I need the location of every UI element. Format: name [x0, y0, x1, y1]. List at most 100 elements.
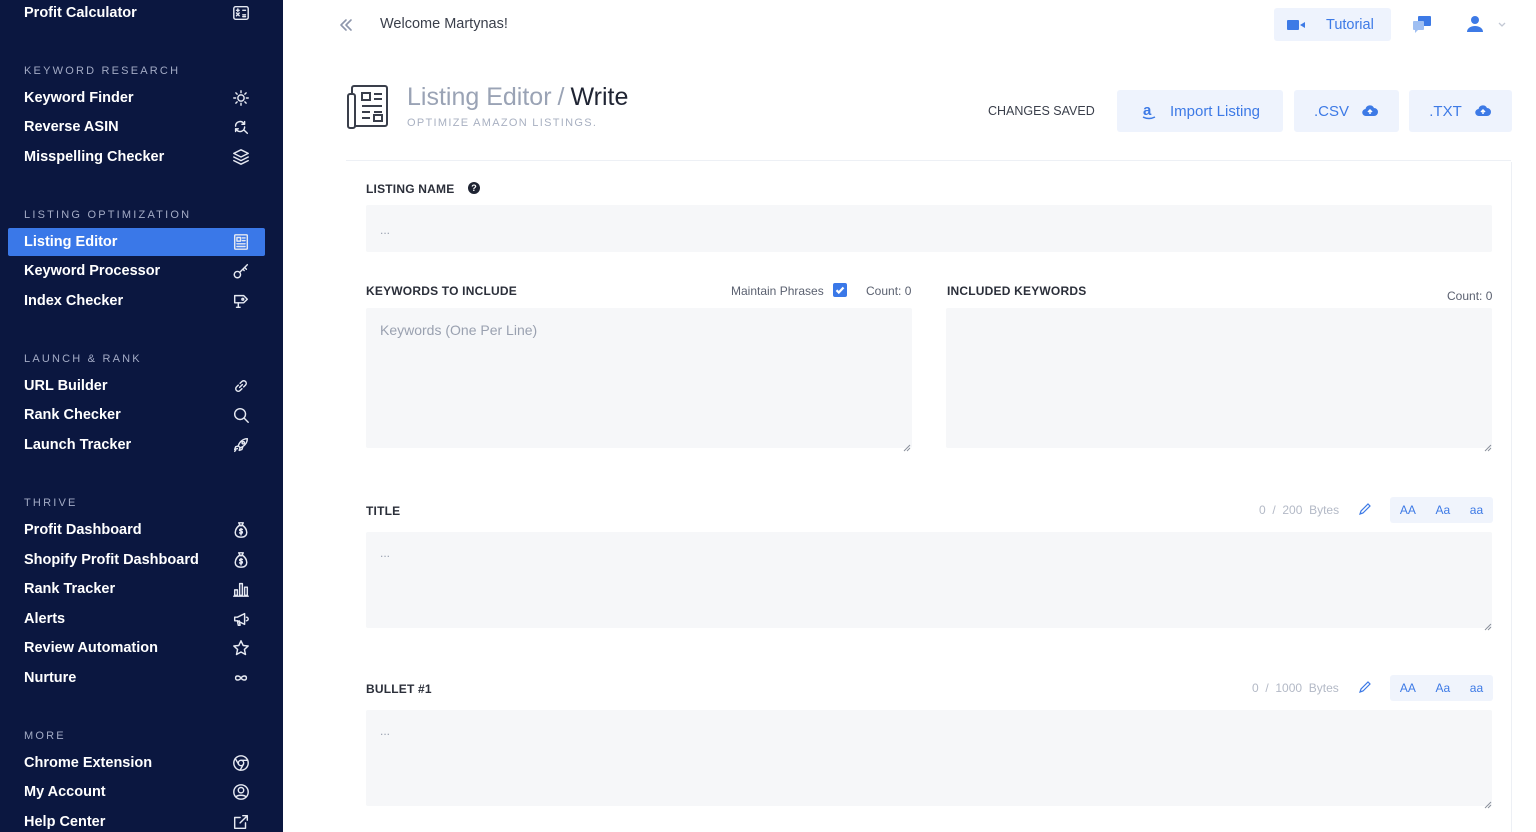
txt-upload-button[interactable]: .TXT	[1409, 90, 1512, 132]
sidebar-item-misspelling-checker[interactable]: Misspelling Checker	[8, 143, 265, 171]
resize-handle[interactable]	[1484, 796, 1492, 809]
sidebar-item-reverse-asin[interactable]: Reverse ASIN	[8, 113, 265, 141]
keywords-textarea[interactable]	[366, 308, 912, 448]
listing-document-icon	[347, 85, 388, 129]
sidebar-item-rank-checker[interactable]: Rank Checker	[8, 401, 265, 429]
header-divider	[346, 160, 1511, 161]
lowercase-button[interactable]: aa	[1466, 681, 1487, 695]
bullet-1-bytes-unit: Bytes	[1308, 681, 1339, 695]
sidebar-item-label: Alerts	[24, 611, 66, 627]
chevron-down-icon[interactable]	[1495, 12, 1509, 36]
layers-icon	[231, 147, 251, 167]
sidebar-item-label: My Account	[24, 784, 106, 800]
listing-name-input[interactable]	[366, 205, 1492, 252]
bullet-1-textarea[interactable]	[366, 710, 1492, 806]
money-bag-icon	[231, 550, 251, 570]
star-icon	[231, 638, 251, 658]
sidebar-item-label: Review Automation	[24, 640, 159, 656]
keywords-count: Count: 0	[866, 284, 912, 298]
sidebar-item-nurture[interactable]: Nurture	[8, 664, 265, 692]
breadcrumb-parent: Listing Editor	[407, 83, 552, 111]
resize-handle[interactable]	[1484, 618, 1492, 631]
sidebar-item-chrome-extension[interactable]: Chrome Extension	[8, 749, 265, 777]
titlecase-button[interactable]: Aa	[1431, 681, 1454, 695]
maintain-phrases-checkbox[interactable]	[833, 283, 847, 297]
cloud-upload-icon	[1474, 105, 1491, 117]
title-textarea[interactable]	[366, 532, 1492, 628]
txt-label: .TXT	[1429, 102, 1462, 120]
resize-handle[interactable]	[903, 439, 911, 452]
listing-name-label: LISTING NAME	[366, 182, 455, 196]
money-bag-icon	[231, 520, 251, 540]
sidebar-item-shopify-profit-dashboard[interactable]: Shopify Profit Dashboard	[8, 546, 265, 574]
key-icon	[231, 261, 251, 281]
lowercase-button[interactable]: aa	[1466, 503, 1487, 517]
sidebar-item-launch-tracker[interactable]: Launch Tracker	[8, 431, 265, 459]
import-listing-button[interactable]: a Import Listing	[1117, 90, 1283, 132]
maintain-phrases-label: Maintain Phrases	[731, 284, 824, 298]
pencil-icon[interactable]	[1358, 680, 1372, 694]
sidebar-item-keyword-finder[interactable]: Keyword Finder	[8, 84, 265, 112]
sidebar-item-label: Help Center	[24, 814, 106, 830]
sidebar-item-label: Index Checker	[24, 293, 124, 309]
pencil-icon[interactable]	[1358, 502, 1372, 516]
sidebar-item-label: Rank Tracker	[24, 581, 116, 597]
cloud-upload-icon	[1362, 105, 1378, 117]
title-bytes-unit: Bytes	[1309, 503, 1340, 517]
sidebar-item-label: Profit Dashboard	[24, 522, 142, 538]
sidebar-item-index-checker[interactable]: Index Checker	[8, 287, 265, 315]
collapse-sidebar-button[interactable]	[335, 14, 357, 36]
sun-icon	[231, 88, 251, 108]
tag-icon	[231, 291, 251, 311]
sidebar-item-label: Listing Editor	[24, 234, 118, 250]
bullet-1-byte-counter: 0 / 1000 Bytes	[1252, 681, 1339, 695]
section-title-listing-optimization: LISTING OPTIMIZATION	[24, 209, 192, 221]
sidebar-item-review-automation[interactable]: Review Automation	[8, 634, 265, 662]
section-title-thrive: THRIVE	[24, 497, 78, 509]
section-title-launch-rank: LAUNCH & RANK	[24, 353, 142, 365]
sidebar-item-label: URL Builder	[24, 378, 108, 394]
title-byte-counter: 0 / 200 Bytes	[1259, 503, 1339, 517]
video-camera-icon	[1287, 19, 1305, 30]
sidebar-item-rank-tracker[interactable]: Rank Tracker	[8, 575, 265, 603]
csv-label: .CSV	[1313, 102, 1349, 120]
sidebar-item-help-center[interactable]: Help Center	[8, 808, 265, 832]
main-content: Welcome Martynas! Tutorial Listing Edito…	[283, 0, 1536, 832]
titlecase-button[interactable]: Aa	[1431, 503, 1454, 517]
sidebar-item-url-builder[interactable]: URL Builder	[8, 372, 265, 400]
sidebar-item-my-account[interactable]: My Account	[8, 778, 265, 806]
uppercase-button[interactable]: AA	[1396, 503, 1420, 517]
sidebar-item-keyword-processor[interactable]: Keyword Processor	[8, 257, 265, 285]
title-case-buttons: AA Aa aa	[1390, 497, 1493, 523]
welcome-message: Welcome Martynas!	[380, 16, 508, 32]
external-link-icon	[231, 812, 251, 832]
sidebar-item-profit-calculator[interactable]: Profit Calculator	[8, 0, 265, 27]
keywords-to-include-label: KEYWORDS TO INCLUDE	[366, 284, 517, 298]
link-icon	[231, 376, 251, 396]
content-border	[1511, 162, 1512, 832]
amazon-icon: a	[1142, 102, 1156, 120]
section-title-keyword-research: KEYWORD RESEARCH	[24, 65, 181, 77]
tutorial-button[interactable]: Tutorial	[1274, 8, 1391, 41]
document-icon	[231, 232, 251, 252]
csv-upload-button[interactable]: .CSV	[1294, 90, 1399, 132]
included-keywords-label: INCLUDED KEYWORDS	[947, 284, 1087, 298]
chat-icon[interactable]	[1410, 12, 1434, 36]
search-refresh-icon	[231, 117, 251, 137]
double-chevron-left-icon	[340, 19, 352, 31]
checkmark-icon	[835, 286, 845, 295]
resize-handle[interactable]	[1484, 439, 1492, 452]
rocket-icon	[231, 435, 251, 455]
sidebar-item-profit-dashboard[interactable]: Profit Dashboard	[8, 516, 265, 544]
user-avatar-icon[interactable]	[1463, 12, 1487, 36]
sidebar-item-alerts[interactable]: Alerts	[8, 605, 265, 633]
sidebar-item-label: Launch Tracker	[24, 437, 132, 453]
import-listing-label: Import Listing	[1169, 102, 1261, 120]
sidebar-item-label: Misspelling Checker	[24, 149, 165, 165]
sidebar-item-listing-editor[interactable]: Listing Editor	[8, 228, 265, 256]
svg-text:a: a	[1143, 102, 1152, 119]
help-icon[interactable]: ?	[468, 182, 480, 194]
uppercase-button[interactable]: AA	[1396, 681, 1420, 695]
title-label: TITLE	[366, 504, 401, 518]
save-status: CHANGES SAVED	[988, 104, 1095, 118]
